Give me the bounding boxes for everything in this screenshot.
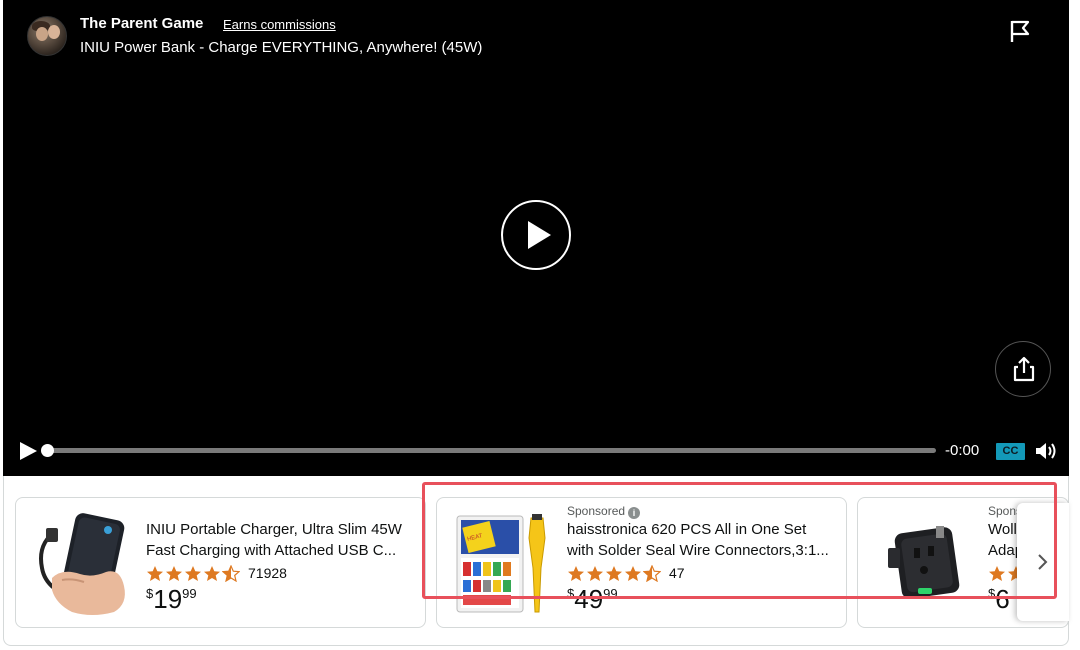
star-icon (989, 565, 1005, 581)
product-title-line2[interactable]: with Solder Seal Wire Connectors,3:1... (567, 540, 835, 561)
progress-bar[interactable] (46, 448, 936, 453)
carousel-next-button[interactable] (1017, 503, 1069, 621)
star-icon (568, 565, 584, 581)
product-card[interactable]: HEAT Sponsored i haisstronica 620 PCS All… (436, 497, 847, 628)
product-card[interactable]: INIU Portable Charger, Ultra Slim 45W Fa… (15, 497, 426, 628)
chevron-right-icon (1038, 554, 1048, 570)
star-icon (587, 565, 603, 581)
play-icon[interactable] (17, 440, 39, 462)
time-remaining: -0:00 (945, 442, 980, 459)
product-title-line2[interactable]: Fast Charging with Attached USB C... (146, 540, 414, 561)
volume-icon[interactable] (1034, 440, 1058, 462)
rating-row[interactable]: 47 (567, 562, 835, 584)
rating-count[interactable]: 71928 (248, 565, 287, 581)
video-player[interactable]: The Parent Game Earns commissions INIU P… (3, 0, 1069, 476)
play-circle-icon[interactable] (501, 200, 571, 270)
flag-icon[interactable] (1007, 18, 1033, 44)
closed-captions-button[interactable]: CC (996, 443, 1025, 460)
progress-knob[interactable] (41, 444, 54, 457)
rating-count[interactable]: 47 (669, 565, 685, 581)
star-half-icon (643, 564, 661, 582)
sponsored-label: Sponsored i (567, 504, 835, 519)
video-title: INIU Power Bank - Charge EVERYTHING, Any… (80, 39, 483, 56)
product-title-line1[interactable]: INIU Portable Charger, Ultra Slim 45W (146, 519, 414, 540)
star-icon (625, 565, 641, 581)
star-rating (567, 564, 661, 582)
rating-row[interactable]: 71928 (146, 562, 414, 584)
product-price: $1999 (146, 584, 197, 614)
earns-commissions-link[interactable]: Earns commissions (223, 17, 336, 32)
star-icon (166, 565, 182, 581)
product-image-heat-shrink-kit[interactable]: HEAT (453, 508, 553, 618)
share-button[interactable] (995, 341, 1051, 397)
star-icon (185, 565, 201, 581)
star-icon (606, 565, 622, 581)
channel-avatar[interactable] (27, 16, 67, 56)
star-icon (147, 565, 163, 581)
product-image-travel-adapter[interactable] (874, 508, 974, 618)
product-price: $4999 (567, 584, 618, 614)
star-rating (146, 564, 240, 582)
product-title-line1[interactable]: haisstronica 620 PCS All in One Set (567, 519, 835, 540)
channel-name[interactable]: The Parent Game (80, 15, 203, 32)
star-icon (204, 565, 220, 581)
star-half-icon (222, 564, 240, 582)
sponsored-label (146, 504, 414, 519)
info-icon[interactable]: i (628, 507, 641, 519)
product-image-power-bank[interactable] (32, 508, 132, 618)
share-icon (1013, 356, 1035, 382)
